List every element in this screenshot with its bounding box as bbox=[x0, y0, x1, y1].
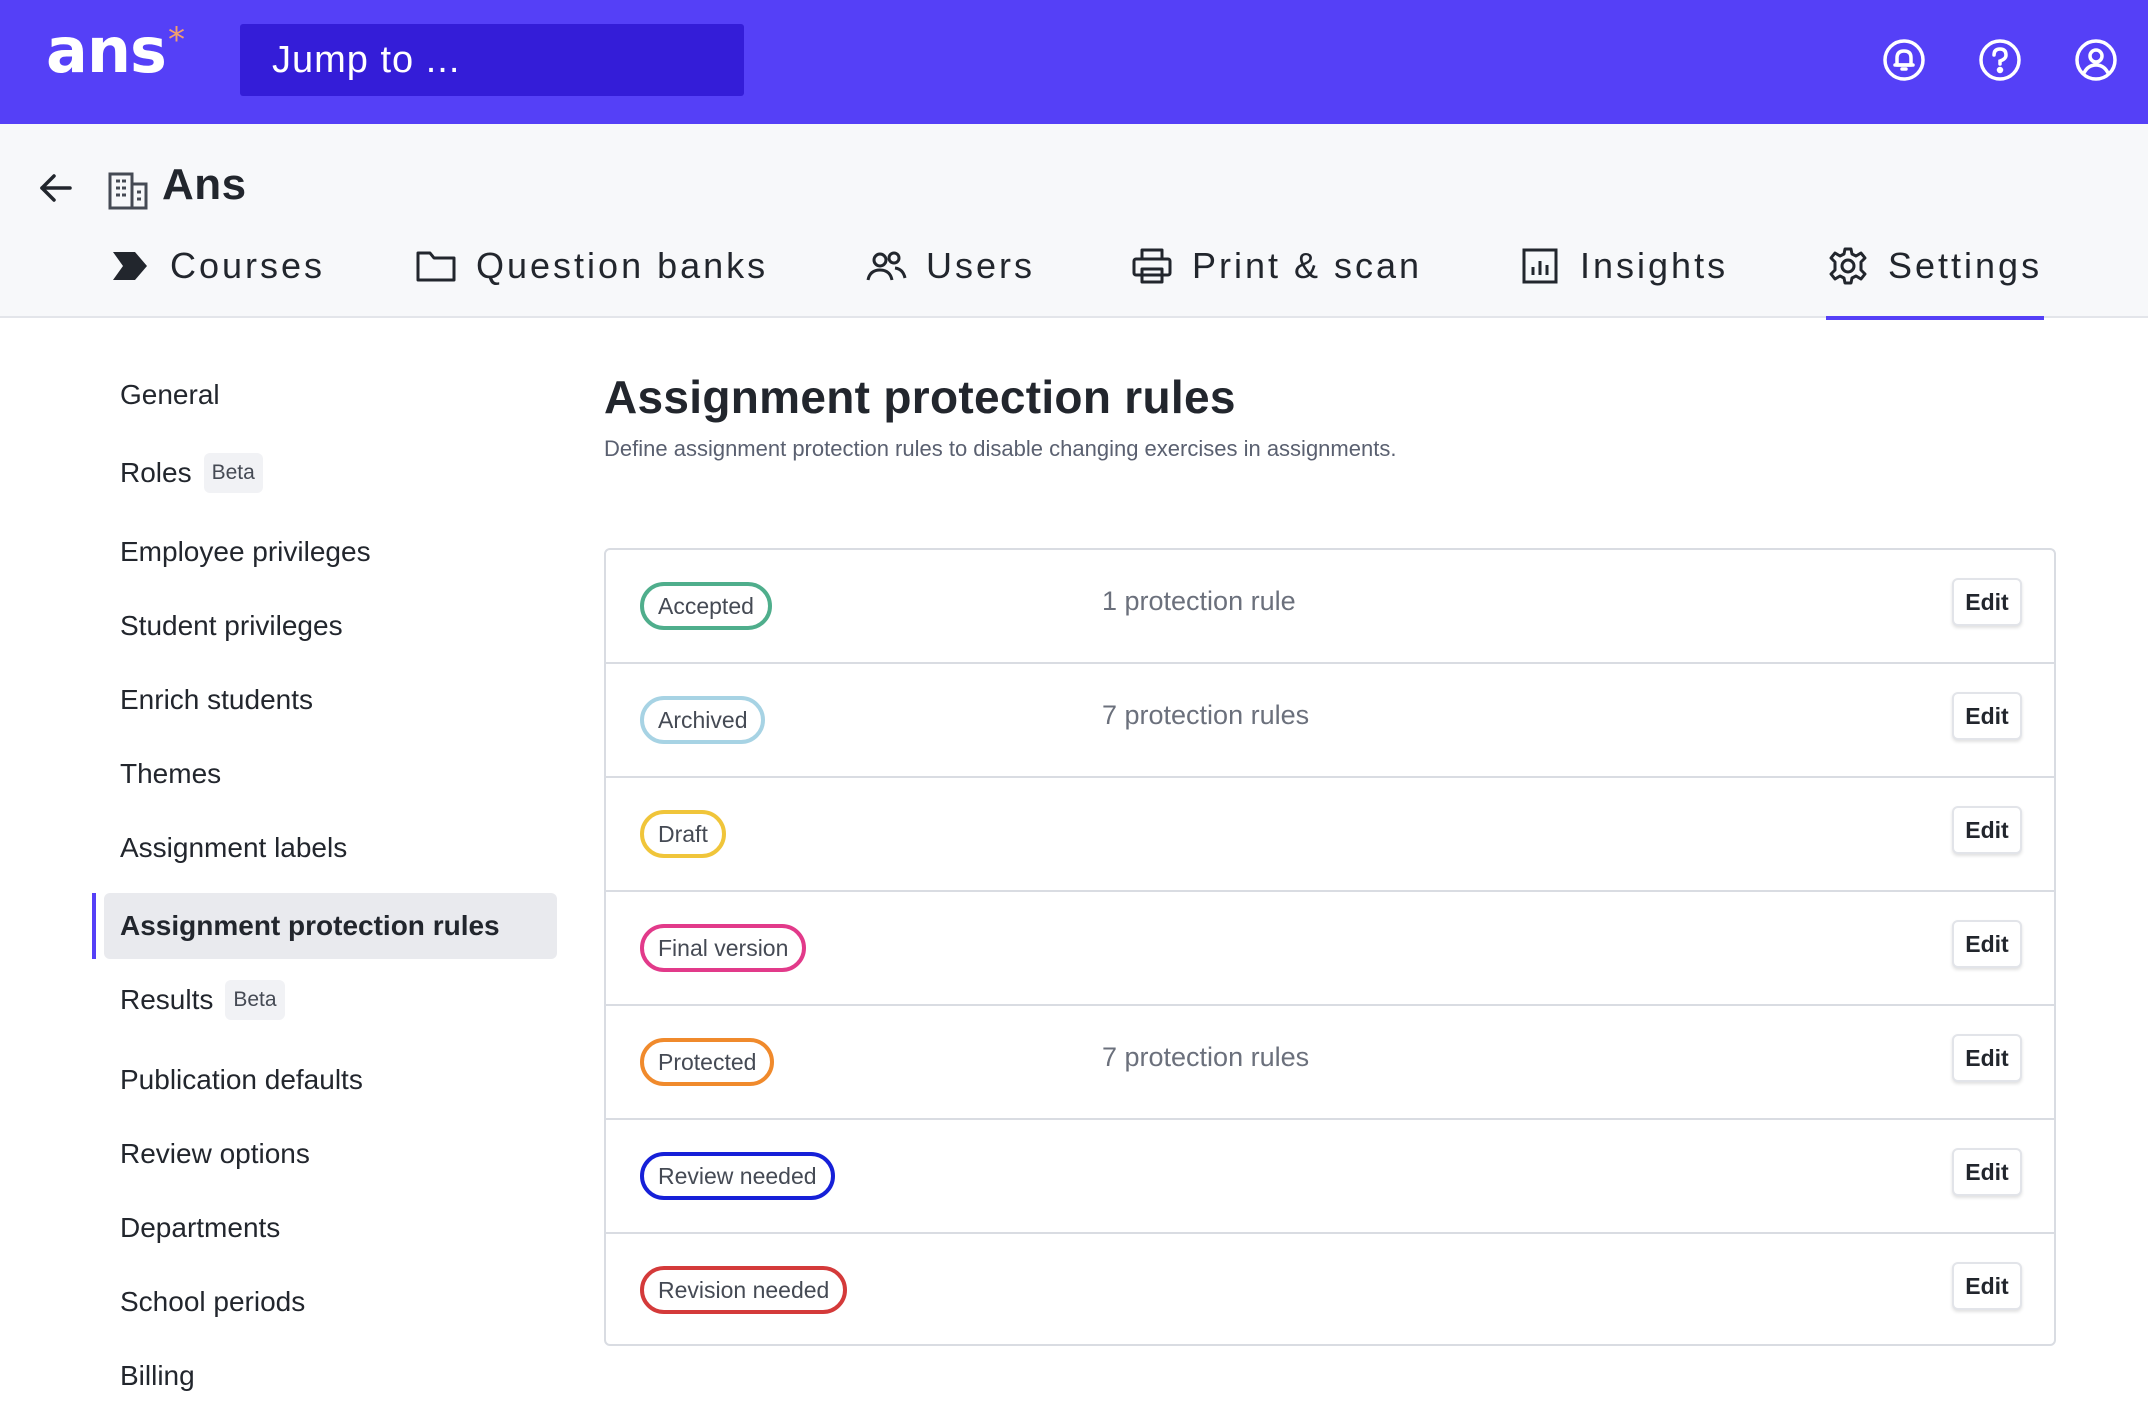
sidenav-item-review-options[interactable]: Review options bbox=[92, 1121, 557, 1187]
gear-icon bbox=[1826, 246, 1870, 286]
beta-badge: Beta bbox=[225, 980, 285, 1020]
status-pill-protected: Protected bbox=[640, 1038, 775, 1086]
courses-chevron-icon bbox=[108, 246, 152, 286]
status-pill-archived: Archived bbox=[640, 696, 766, 744]
rule-count: 7 protection rules bbox=[1102, 1042, 1310, 1072]
user-account-icon[interactable] bbox=[2072, 36, 2120, 84]
status-pill-accepted: Accepted bbox=[640, 582, 772, 630]
sidenav-item-themes[interactable]: Themes bbox=[92, 741, 557, 807]
sidenav-item-results[interactable]: Results Beta bbox=[92, 967, 557, 1033]
rule-row: Protected 7 protection rules Edit bbox=[606, 1006, 2054, 1120]
chart-icon bbox=[1518, 246, 1562, 286]
rule-row: Accepted 1 protection rule Edit bbox=[606, 550, 2054, 664]
sidenav-item-school-periods[interactable]: School periods bbox=[92, 1269, 557, 1335]
edit-button[interactable]: Edit bbox=[1952, 578, 2022, 626]
status-pill-draft: Draft bbox=[640, 810, 726, 858]
sidenav-item-employee-privileges[interactable]: Employee privileges bbox=[92, 519, 557, 585]
sidenav-item-departments[interactable]: Departments bbox=[92, 1195, 557, 1261]
beta-badge: Beta bbox=[203, 453, 263, 493]
notifications-bell-icon[interactable] bbox=[1880, 36, 1928, 84]
users-icon bbox=[864, 246, 908, 286]
tab-courses[interactable]: Courses bbox=[108, 224, 325, 318]
folder-icon bbox=[414, 246, 458, 286]
rule-row: Archived 7 protection rules Edit bbox=[606, 664, 2054, 778]
main-tabs: Courses Question banks Users Print & sca… bbox=[0, 224, 2148, 320]
sidenav-item-billing[interactable]: Billing bbox=[92, 1343, 557, 1409]
back-arrow-icon[interactable] bbox=[32, 164, 80, 212]
status-pill-review-needed: Review needed bbox=[640, 1152, 835, 1200]
sidenav-item-publication-defaults[interactable]: Publication defaults bbox=[92, 1047, 557, 1113]
top-bar: ans * Jump to ... bbox=[0, 0, 2148, 124]
sidenav-item-enrich-students[interactable]: Enrich students bbox=[92, 667, 557, 733]
edit-button[interactable]: Edit bbox=[1952, 692, 2022, 740]
sidenav-item-assignment-protection-rules[interactable]: Assignment protection rules bbox=[92, 893, 557, 959]
rule-row: Review needed Edit bbox=[606, 1120, 2054, 1234]
edit-button[interactable]: Edit bbox=[1952, 806, 2022, 854]
sidenav-item-assignment-labels[interactable]: Assignment labels bbox=[92, 815, 557, 881]
status-pill-revision-needed: Revision needed bbox=[640, 1266, 848, 1314]
logo-star: * bbox=[168, 20, 185, 60]
tab-question-banks[interactable]: Question banks bbox=[414, 224, 768, 318]
edit-button[interactable]: Edit bbox=[1952, 1262, 2022, 1310]
page-title: Assignment protection rules bbox=[604, 371, 1236, 423]
rule-row: Revision needed Edit bbox=[606, 1234, 2054, 1348]
ans-logo[interactable]: ans bbox=[46, 14, 167, 87]
protection-rules-list: Accepted 1 protection rule Edit Archived… bbox=[604, 548, 2056, 1346]
sidenav-item-student-privileges[interactable]: Student privileges bbox=[92, 593, 557, 659]
tab-users[interactable]: Users bbox=[864, 224, 1035, 318]
edit-button[interactable]: Edit bbox=[1952, 920, 2022, 968]
org-header: Ans Courses Question banks Users Print &… bbox=[0, 124, 2148, 320]
sidenav-item-roles[interactable]: Roles Beta bbox=[92, 440, 557, 506]
edit-button[interactable]: Edit bbox=[1952, 1148, 2022, 1196]
edit-button[interactable]: Edit bbox=[1952, 1034, 2022, 1082]
tab-settings[interactable]: Settings bbox=[1826, 224, 2044, 320]
status-pill-final-version: Final version bbox=[640, 924, 807, 972]
rule-row: Final version Edit bbox=[606, 892, 2054, 1006]
help-icon[interactable] bbox=[1976, 36, 2024, 84]
building-icon bbox=[106, 168, 150, 212]
tab-print-scan[interactable]: Print & scan bbox=[1130, 224, 1422, 318]
tab-insights[interactable]: Insights bbox=[1518, 224, 1728, 318]
rule-count: 1 protection rule bbox=[1102, 586, 1296, 616]
page-description: Define assignment protection rules to di… bbox=[604, 436, 1397, 461]
jump-to-search[interactable]: Jump to ... bbox=[240, 24, 744, 96]
rule-count: 7 protection rules bbox=[1102, 700, 1310, 730]
org-name: Ans bbox=[162, 160, 247, 209]
printer-icon bbox=[1130, 246, 1174, 286]
sidenav-item-general[interactable]: General bbox=[92, 362, 557, 428]
rule-row: Draft Edit bbox=[606, 778, 2054, 892]
